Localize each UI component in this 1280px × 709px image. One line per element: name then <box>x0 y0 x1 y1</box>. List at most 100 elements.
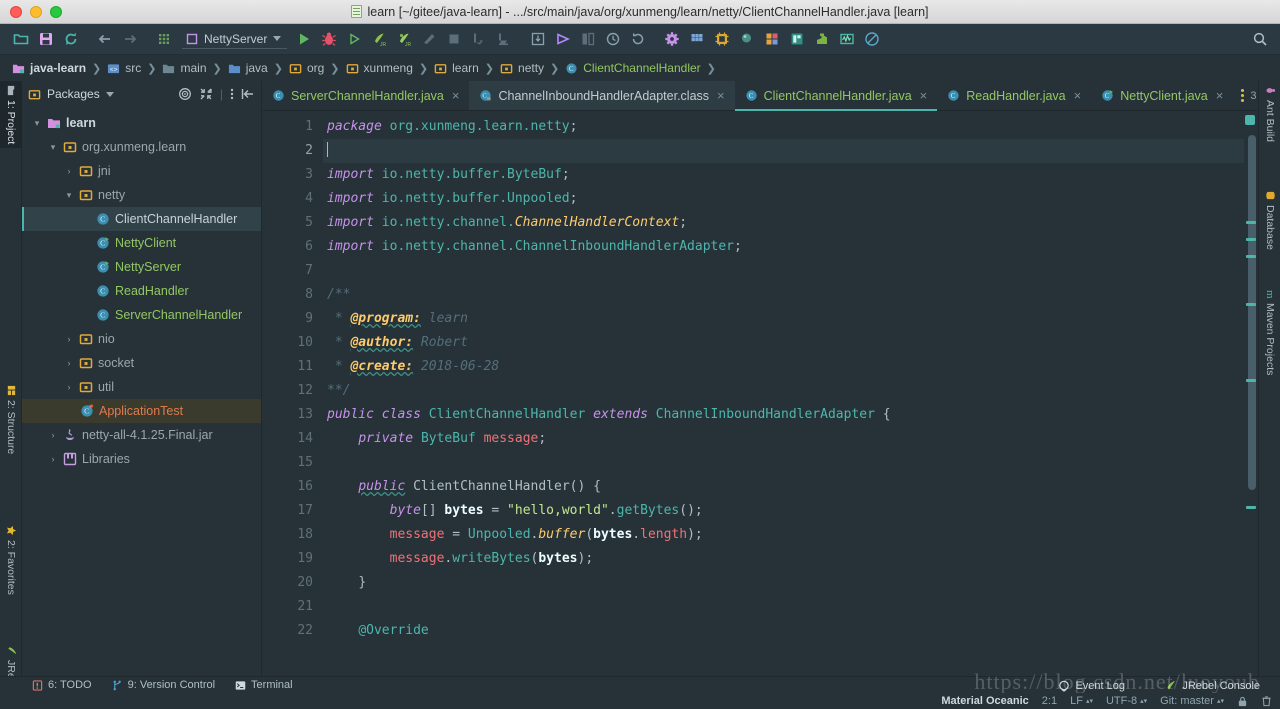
tree-item-org-xunmeng-learn[interactable]: ▾ org.xunmeng.learn <box>22 135 261 159</box>
run-with-coverage-icon[interactable] <box>341 27 366 52</box>
breadcrumb-item-xunmeng[interactable]: xunmeng <box>342 61 417 75</box>
settings-gear-icon[interactable] <box>659 27 684 52</box>
status-theme[interactable]: Material Oceanic <box>941 695 1028 707</box>
tree-item-socket[interactable]: › socket <box>22 351 261 375</box>
editor-tabs[interactable]: C ServerChannelHandler.java × C ChannelI… <box>262 81 1258 111</box>
layout-icon[interactable] <box>759 27 784 52</box>
breadcrumb-item-learn[interactable]: learn <box>430 61 483 75</box>
editor-tab-clientchannelhandler[interactable]: C ClientChannelHandler.java × <box>734 81 938 111</box>
search-icon[interactable] <box>1247 27 1272 52</box>
chevron-right-icon[interactable]: › <box>64 166 74 176</box>
editor-tab-nettyclient[interactable]: C NettyClient.java × <box>1091 81 1233 110</box>
editor-tab-channelinboundhandleradapter[interactable]: C ChannelInboundHandlerAdapter.class × <box>469 81 735 110</box>
line-number-gutter[interactable]: 1 2 3 4 5 6 7 8 9 10 11 12 13 14 15 16 1 <box>262 111 322 676</box>
tool-window-todo[interactable]: 6: TODO <box>32 679 92 691</box>
sync-icon[interactable] <box>58 27 83 52</box>
debug-icon[interactable] <box>316 27 341 52</box>
chevron-updown-icon[interactable]: ▴▾ <box>1217 698 1224 705</box>
close-icon[interactable]: × <box>452 88 460 103</box>
sidebar-item-database[interactable]: Database <box>1259 186 1280 254</box>
run-anything-icon[interactable] <box>550 27 575 52</box>
tree-item-clientchannelhandler[interactable]: C ClientChannelHandler <box>22 207 261 231</box>
history-icon[interactable] <box>600 27 625 52</box>
tree-item-libraries[interactable]: › Libraries <box>22 447 261 471</box>
chevron-right-icon[interactable]: › <box>64 358 74 368</box>
project-panel-actions[interactable]: | <box>178 87 255 101</box>
breadcrumb-item-main[interactable]: main <box>158 61 210 75</box>
status-line-separator[interactable]: LF ▴▾ <box>1070 695 1093 707</box>
chevron-updown-icon[interactable]: ▴▾ <box>1086 698 1093 705</box>
status-bar[interactable]: Material Oceanic 2:1 LF ▴▾ UTF-8 ▴▾ Git: m… <box>0 693 1280 709</box>
tool-window-version-control[interactable]: 9: Version Control <box>112 679 215 691</box>
run-configuration-selector[interactable]: NettyServer <box>182 30 288 49</box>
chevron-down-icon[interactable] <box>105 91 114 97</box>
chevron-right-icon[interactable]: › <box>64 334 74 344</box>
sidebar-item-ant-build[interactable]: Ant Build <box>1259 81 1280 146</box>
revert-icon[interactable] <box>625 27 650 52</box>
sidebar-item-project[interactable]: 1: Project <box>0 81 22 149</box>
database-icon[interactable] <box>784 27 809 52</box>
profile-jr-icon[interactable]: JR <box>366 27 391 52</box>
tree-item-serverchannelhandler[interactable]: C ServerChannelHandler <box>22 303 261 327</box>
breadcrumb-item-netty[interactable]: netty <box>496 61 548 75</box>
editor-scrollbar-thumb[interactable] <box>1248 135 1256 490</box>
close-icon[interactable]: × <box>1074 88 1082 103</box>
chevron-right-icon[interactable]: › <box>48 430 58 440</box>
close-icon[interactable]: × <box>1216 88 1224 103</box>
collapse-all-icon[interactable] <box>199 87 213 101</box>
tree-item-jni[interactable]: › jni <box>22 159 261 183</box>
tree-item-applicationtest[interactable]: C ApplicationTest <box>22 399 261 423</box>
chevron-down-icon[interactable]: ▾ <box>64 190 74 201</box>
grid-menu-icon[interactable] <box>151 27 176 52</box>
editor-tab-readhandler[interactable]: C ReadHandler.java × <box>937 81 1091 110</box>
code-text[interactable]: package org.xunmeng.learn.netty; ⊟import… <box>322 111 1244 676</box>
locate-target-icon[interactable] <box>178 87 192 101</box>
plugin-icon[interactable] <box>809 27 834 52</box>
tree-item-nio[interactable]: › nio <box>22 327 261 351</box>
status-bar-right[interactable]: Material Oceanic 2:1 LF ▴▾ UTF-8 ▴▾ Git: m… <box>941 695 1280 707</box>
status-encoding[interactable]: UTF-8 ▴▾ <box>1106 695 1147 707</box>
update-app-icon[interactable] <box>525 27 550 52</box>
breadcrumb-item-java-learn[interactable]: java-learn <box>8 61 90 75</box>
breadcrumb-item-src[interactable]: <> src <box>103 61 145 75</box>
chevron-updown-icon[interactable]: ▴▾ <box>1140 698 1147 705</box>
breadcrumb[interactable]: java-learn ❯ <> src ❯ main ❯ java ❯ org … <box>0 55 1280 81</box>
run-icon[interactable] <box>291 27 316 52</box>
back-arrow-icon[interactable] <box>92 27 117 52</box>
sidebar-item-structure[interactable]: 2: Structure <box>0 381 22 458</box>
right-tool-strip[interactable]: Ant Build Database m Maven Projects <box>1258 81 1280 676</box>
status-caret-position[interactable]: 2:1 <box>1042 695 1057 707</box>
tree-item-nettyserver[interactable]: C NettyServer <box>22 255 261 279</box>
close-icon[interactable]: × <box>717 88 725 103</box>
attach-icon[interactable] <box>416 27 441 52</box>
more-tabs-icon[interactable] <box>1241 89 1245 102</box>
project-structure-icon[interactable] <box>684 27 709 52</box>
open-folder-icon[interactable] <box>8 27 33 52</box>
breadcrumb-item-org[interactable]: org <box>285 61 328 75</box>
sdk-icon[interactable] <box>709 27 734 52</box>
code-editor[interactable]: 1 2 3 4 5 6 7 8 9 10 11 12 13 14 15 16 1 <box>262 111 1258 676</box>
tree-item-readhandler[interactable]: C ReadHandler <box>22 279 261 303</box>
trash-icon[interactable] <box>1261 695 1272 707</box>
jrebel-console-button[interactable]: JRebel Console <box>1165 680 1260 692</box>
project-tree[interactable]: ▾ learn ▾ org.xunmeng.learn › jni ▾ nett… <box>22 107 261 676</box>
chevron-right-icon[interactable]: › <box>64 382 74 392</box>
compare-icon[interactable] <box>575 27 600 52</box>
event-log-button[interactable]: Event Log <box>1058 680 1125 692</box>
tree-item-learn[interactable]: ▾ learn <box>22 111 261 135</box>
no-access-icon[interactable] <box>859 27 884 52</box>
save-all-icon[interactable] <box>33 27 58 52</box>
close-icon[interactable]: × <box>920 88 928 103</box>
step-over-icon[interactable] <box>466 27 491 52</box>
more-options-icon[interactable] <box>230 87 234 101</box>
chevron-down-icon[interactable]: ▾ <box>32 118 42 129</box>
breadcrumb-item-java[interactable]: java <box>224 61 272 75</box>
sidebar-item-favorites[interactable]: 2: Favorites <box>0 521 22 599</box>
monitor-icon[interactable] <box>834 27 859 52</box>
chevron-right-icon[interactable]: › <box>48 454 58 464</box>
inspection-status-ok[interactable] <box>1245 115 1255 125</box>
left-tool-strip[interactable]: 1: Project 2: Structure 2: Favorites JRe… <box>0 81 22 693</box>
project-panel-header[interactable]: Packages | <box>22 81 261 107</box>
tree-item-netty[interactable]: ▾ netty <box>22 183 261 207</box>
editor-marker-track[interactable] <box>1244 111 1258 676</box>
